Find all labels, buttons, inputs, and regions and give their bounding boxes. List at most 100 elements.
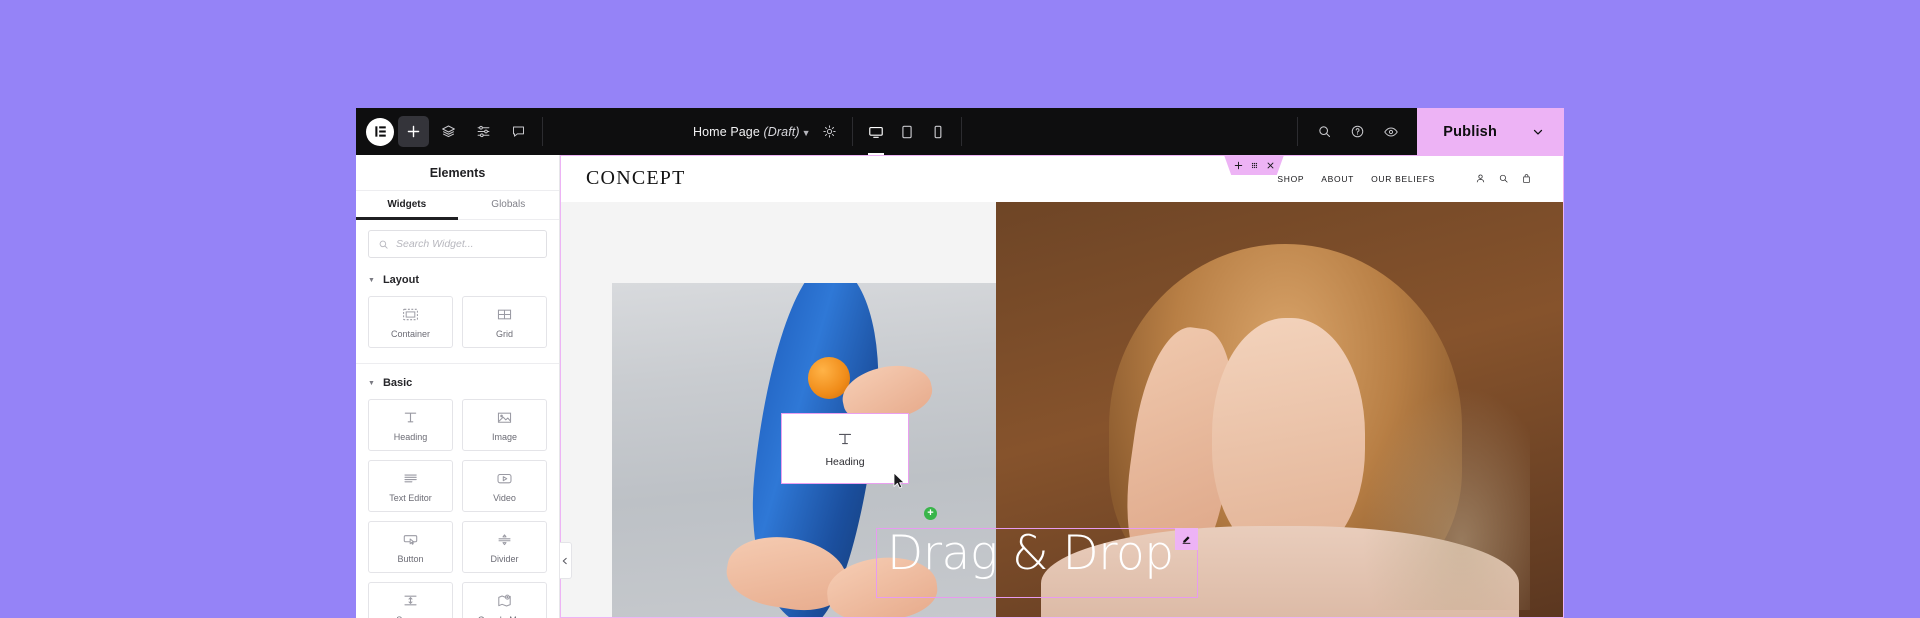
search-icon[interactable]: [1498, 173, 1509, 184]
section-floating-toolbar[interactable]: [1224, 155, 1284, 175]
document-status: (Draft): [763, 124, 800, 139]
structure-button[interactable]: [433, 116, 464, 147]
editor-canvas[interactable]: CONCEPT SHOP ABOUT OUR BELIEFS Drag & Dr…: [560, 155, 1564, 618]
tab-globals[interactable]: Globals: [458, 191, 560, 219]
device-mobile-button[interactable]: [924, 108, 952, 155]
search-placeholder: Search Widget...: [396, 238, 474, 250]
section-title-basic: Basic: [382, 377, 413, 389]
top-bar-left-tools: [356, 108, 542, 155]
device-tablet-button[interactable]: [893, 108, 921, 155]
widget-text-editor[interactable]: Text Editor: [368, 460, 453, 512]
widget-heading[interactable]: Heading: [368, 399, 453, 451]
toolbar-divider-3: [960, 117, 962, 146]
nav-link-our-beliefs[interactable]: OUR BELIEFS: [1371, 174, 1435, 184]
layers-icon: [442, 125, 455, 138]
document-group: Home Page (Draft) ▼: [678, 108, 852, 155]
widget-grid-layout: Container Grid: [368, 296, 547, 348]
elementor-logo-button[interactable]: [366, 117, 394, 146]
nav-icons: [1475, 173, 1532, 184]
heading-widget-selected[interactable]: Drag & Drop: [876, 526, 1198, 598]
widget-image[interactable]: Image: [462, 399, 547, 451]
site-logo[interactable]: CONCEPT: [586, 167, 686, 190]
search-widget-input[interactable]: Search Widget...: [368, 230, 547, 258]
widget-spacer[interactable]: Spacer: [368, 582, 453, 618]
widget-button[interactable]: Button: [368, 521, 453, 573]
eye-icon: [1383, 127, 1398, 136]
widget-grid-basic: Heading Image Text Editor Video Button D…: [368, 399, 547, 618]
tab-widgets[interactable]: Widgets: [356, 191, 458, 220]
video-icon: [497, 474, 512, 484]
gear-icon: [822, 125, 836, 138]
section-title-layout: Layout: [382, 274, 419, 286]
chevron-down-icon[interactable]: [1531, 125, 1545, 139]
text-editor-icon: [404, 474, 417, 483]
edit-widget-handle[interactable]: [1175, 528, 1198, 550]
drag-handle-icon[interactable]: [1250, 161, 1259, 170]
widget-container[interactable]: Container: [368, 296, 453, 348]
chevron-down-icon: ▼: [801, 127, 811, 138]
panel-tabs: Widgets Globals: [356, 191, 559, 220]
site-header: CONCEPT SHOP ABOUT OUR BELIEFS: [560, 155, 1564, 202]
nav-link-about[interactable]: ABOUT: [1321, 174, 1354, 184]
desktop-icon: [868, 126, 883, 138]
widget-label: Video: [493, 493, 516, 503]
delete-section-icon[interactable]: [1266, 161, 1275, 170]
plus-icon: [407, 125, 420, 138]
widgets-panel: Elements Widgets Globals Search Widget..…: [356, 155, 560, 618]
mouse-cursor-icon: [893, 472, 905, 489]
document-title[interactable]: Home Page (Draft) ▼: [693, 125, 811, 139]
widget-label: Text Editor: [389, 493, 432, 503]
chevron-left-icon: [562, 557, 567, 564]
top-bar-right: Publish: [1297, 108, 1564, 155]
heading-icon: [838, 433, 852, 445]
widget-google-maps[interactable]: Google Maps: [462, 582, 547, 618]
caret-down-icon: ▼: [368, 379, 375, 387]
site-settings-button[interactable]: [468, 116, 499, 147]
section-divider: [356, 363, 559, 364]
widget-label: Grid: [495, 329, 513, 339]
editor-body: Elements Widgets Globals Search Widget..…: [356, 155, 1564, 618]
drop-indicator-icon: +: [924, 507, 937, 520]
mobile-icon: [934, 125, 942, 138]
notes-button[interactable]: [503, 116, 534, 147]
utility-buttons: [1298, 108, 1417, 155]
widget-label: Image: [491, 432, 517, 442]
brand-part-2: N: [616, 167, 632, 189]
account-icon[interactable]: [1475, 173, 1486, 184]
elementor-editor-window: Home Page (Draft) ▼ Publish Elements Wid…: [356, 108, 1564, 618]
site-navigation: SHOP ABOUT OUR BELIEFS: [1277, 173, 1532, 184]
widget-grid[interactable]: Grid: [462, 296, 547, 348]
section-header-basic[interactable]: ▼ Basic: [368, 377, 547, 389]
document-name: Home Page: [693, 124, 764, 139]
nav-link-shop[interactable]: SHOP: [1277, 174, 1304, 184]
device-desktop-button[interactable]: [862, 108, 890, 155]
brand-part-3: CEPT: [631, 167, 686, 189]
preview-button[interactable]: [1375, 116, 1406, 147]
publish-button[interactable]: Publish: [1417, 108, 1564, 155]
cart-icon[interactable]: [1521, 173, 1532, 184]
widget-label: Button: [397, 554, 424, 564]
heading-icon: [404, 412, 417, 423]
caret-down-icon: ▼: [368, 276, 375, 284]
sliders-icon: [477, 125, 490, 138]
dragged-widget-label: Heading: [825, 456, 865, 468]
section-header-layout[interactable]: ▼ Layout: [368, 274, 547, 286]
widget-video[interactable]: Video: [462, 460, 547, 512]
add-element-button[interactable]: [398, 116, 429, 147]
finder-button[interactable]: [1309, 116, 1340, 147]
comment-icon: [513, 126, 524, 137]
widget-label: Container: [390, 329, 431, 339]
widget-divider[interactable]: Divider: [462, 521, 547, 573]
image-icon: [497, 412, 512, 423]
collapse-panel-button[interactable]: [560, 542, 572, 579]
button-icon: [403, 535, 418, 545]
nav-links: SHOP ABOUT OUR BELIEFS: [1277, 174, 1435, 184]
add-section-icon[interactable]: [1234, 161, 1243, 170]
google-maps-icon: [498, 594, 511, 607]
spacer-icon: [404, 595, 417, 606]
page-settings-button[interactable]: [822, 124, 837, 139]
tablet-icon: [901, 125, 912, 138]
panel-content[interactable]: Search Widget... ▼ Layout Container Grid…: [356, 220, 559, 618]
help-button[interactable]: [1342, 116, 1373, 147]
dragged-widget-ghost[interactable]: Heading: [781, 413, 909, 484]
